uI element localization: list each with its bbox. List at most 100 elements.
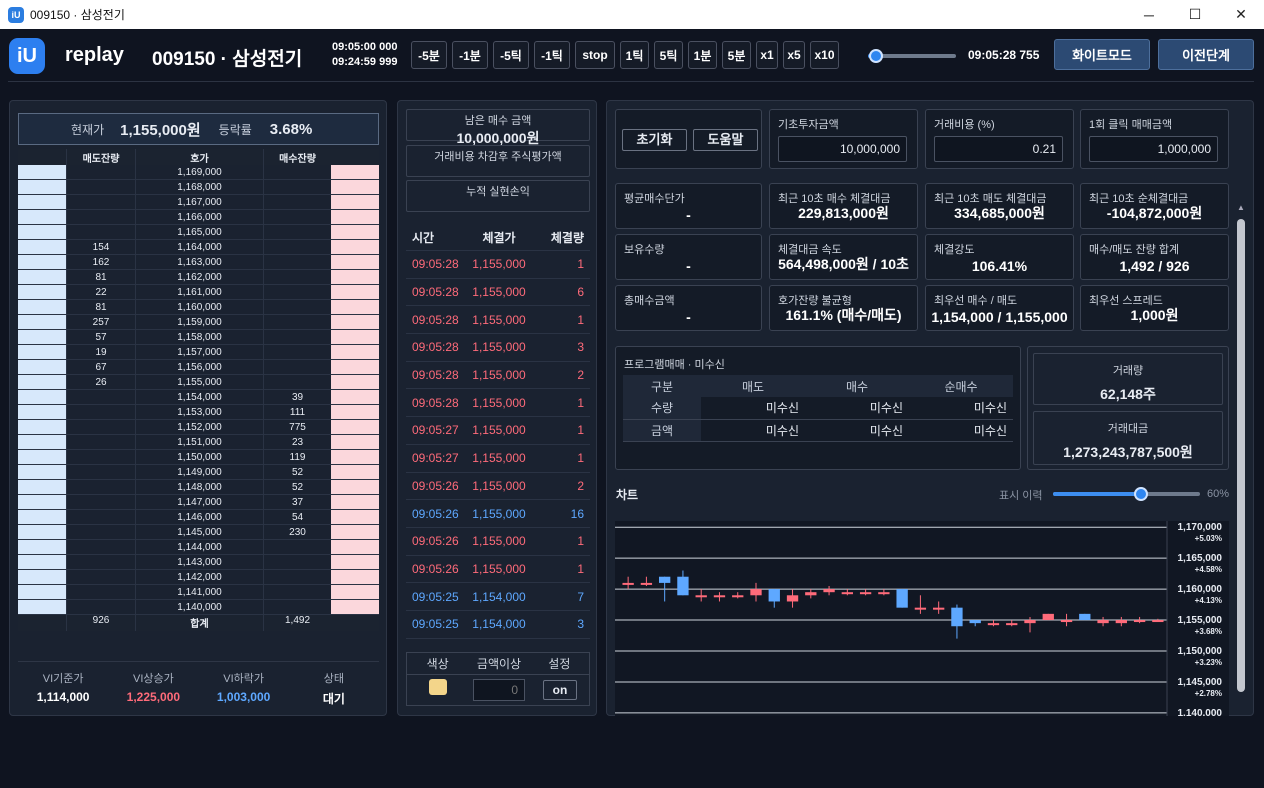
orderbook-row[interactable]: 1,153,000 111 (18, 405, 379, 420)
replay-control-button[interactable]: -5분 (411, 41, 447, 69)
ask-click-cell[interactable] (18, 360, 66, 374)
bid-click-cell[interactable] (331, 165, 379, 179)
orderbook-row[interactable]: 1,154,000 39 (18, 390, 379, 405)
orderbook-row[interactable]: 1,150,000 119 (18, 450, 379, 465)
reset-button[interactable]: 초기화 (622, 129, 687, 151)
replay-control-button[interactable]: stop (575, 41, 615, 69)
ask-click-cell[interactable] (18, 210, 66, 224)
ask-click-cell[interactable] (18, 345, 66, 359)
bid-click-cell[interactable] (331, 450, 379, 464)
ask-click-cell[interactable] (18, 270, 66, 284)
ask-click-cell[interactable] (18, 225, 66, 239)
bid-click-cell[interactable] (331, 330, 379, 344)
ask-click-cell[interactable] (18, 555, 66, 569)
ask-click-cell[interactable] (18, 330, 66, 344)
orderbook-row[interactable]: 1,148,000 52 (18, 480, 379, 495)
ask-click-cell[interactable] (18, 570, 66, 584)
scroll-up-icon[interactable]: ▲ (1237, 203, 1245, 212)
orderbook-row[interactable]: 1,167,000 (18, 195, 379, 210)
replay-control-button[interactable]: 1틱 (620, 41, 649, 69)
orderbook-row[interactable]: 154 1,164,000 (18, 240, 379, 255)
bid-click-cell[interactable] (331, 600, 379, 614)
bid-click-cell[interactable] (331, 270, 379, 284)
bid-click-cell[interactable] (331, 300, 379, 314)
ask-click-cell[interactable] (18, 195, 66, 209)
ask-click-cell[interactable] (18, 285, 66, 299)
base-investment-input[interactable]: 10,000,000 (778, 136, 907, 162)
ask-click-cell[interactable] (18, 435, 66, 449)
ask-click-cell[interactable] (18, 255, 66, 269)
orderbook-row[interactable]: 81 1,160,000 (18, 300, 379, 315)
bid-click-cell[interactable] (331, 360, 379, 374)
orderbook-row[interactable]: 81 1,162,000 (18, 270, 379, 285)
bid-click-cell[interactable] (331, 315, 379, 329)
orderbook-row[interactable]: 19 1,157,000 (18, 345, 379, 360)
orderbook-row[interactable]: 22 1,161,000 (18, 285, 379, 300)
candlestick-chart[interactable]: 1,170,000+5.03%1,165,000+4.58%1,160,000+… (615, 521, 1229, 716)
replay-control-button[interactable]: x5 (783, 41, 805, 69)
highlight-on-button[interactable]: on (543, 680, 577, 700)
orderbook-row[interactable]: 162 1,163,000 (18, 255, 379, 270)
panel-scrollbar[interactable]: ▲ ▼ (1235, 201, 1247, 788)
orderbook-row[interactable]: 1,140,000 (18, 600, 379, 615)
orderbook-row[interactable]: 1,149,000 52 (18, 465, 379, 480)
ask-click-cell[interactable] (18, 315, 66, 329)
bid-click-cell[interactable] (331, 240, 379, 254)
replay-control-button[interactable]: -1틱 (534, 41, 570, 69)
replay-control-button[interactable]: -1분 (452, 41, 488, 69)
bid-click-cell[interactable] (331, 435, 379, 449)
orderbook-row[interactable]: 1,147,000 37 (18, 495, 379, 510)
bid-click-cell[interactable] (331, 585, 379, 599)
ask-click-cell[interactable] (18, 465, 66, 479)
bid-click-cell[interactable] (331, 195, 379, 209)
orderbook-row[interactable]: 1,143,000 (18, 555, 379, 570)
orderbook-row[interactable]: 1,144,000 (18, 540, 379, 555)
ask-click-cell[interactable] (18, 495, 66, 509)
scrollbar-thumb[interactable] (1237, 219, 1245, 692)
bid-click-cell[interactable] (331, 390, 379, 404)
ask-click-cell[interactable] (18, 510, 66, 524)
bid-click-cell[interactable] (331, 510, 379, 524)
ask-click-cell[interactable] (18, 390, 66, 404)
orderbook-row[interactable]: 1,169,000 (18, 165, 379, 180)
bid-click-cell[interactable] (331, 495, 379, 509)
ask-click-cell[interactable] (18, 405, 66, 419)
bid-click-cell[interactable] (331, 180, 379, 194)
help-button[interactable]: 도움말 (693, 129, 758, 151)
history-slider[interactable] (1053, 487, 1200, 501)
orderbook-row[interactable]: 257 1,159,000 (18, 315, 379, 330)
orderbook-row[interactable]: 1,168,000 (18, 180, 379, 195)
prev-step-button[interactable]: 이전단계 (1158, 39, 1254, 70)
orderbook-row[interactable]: 1,152,000 775 (18, 420, 379, 435)
orderbook-row[interactable]: 1,151,000 23 (18, 435, 379, 450)
replay-control-button[interactable]: x10 (810, 41, 839, 69)
close-button[interactable]: ✕ (1218, 0, 1264, 29)
orderbook-row[interactable]: 1,166,000 (18, 210, 379, 225)
bid-click-cell[interactable] (331, 210, 379, 224)
bid-click-cell[interactable] (331, 375, 379, 389)
fee-input[interactable]: 0.21 (934, 136, 1063, 162)
white-mode-button[interactable]: 화이트모드 (1054, 39, 1150, 70)
click-amount-input[interactable]: 1,000,000 (1089, 136, 1218, 162)
orderbook-row[interactable]: 1,141,000 (18, 585, 379, 600)
orderbook-row[interactable]: 67 1,156,000 (18, 360, 379, 375)
bid-click-cell[interactable] (331, 465, 379, 479)
bid-click-cell[interactable] (331, 345, 379, 359)
bid-click-cell[interactable] (331, 285, 379, 299)
bid-click-cell[interactable] (331, 225, 379, 239)
replay-control-button[interactable]: 5분 (722, 41, 751, 69)
orderbook-row[interactable]: 1,145,000 230 (18, 525, 379, 540)
orderbook-row[interactable]: 57 1,158,000 (18, 330, 379, 345)
bid-click-cell[interactable] (331, 570, 379, 584)
bid-click-cell[interactable] (331, 525, 379, 539)
replay-control-button[interactable]: -5틱 (493, 41, 529, 69)
bid-click-cell[interactable] (331, 480, 379, 494)
ask-click-cell[interactable] (18, 585, 66, 599)
bid-click-cell[interactable] (331, 420, 379, 434)
ask-click-cell[interactable] (18, 240, 66, 254)
orderbook-row[interactable]: 26 1,155,000 (18, 375, 379, 390)
amount-threshold-input[interactable]: 0 (473, 679, 525, 701)
ask-click-cell[interactable] (18, 300, 66, 314)
highlight-color-swatch[interactable] (429, 679, 447, 695)
maximize-button[interactable]: ☐ (1172, 0, 1218, 29)
